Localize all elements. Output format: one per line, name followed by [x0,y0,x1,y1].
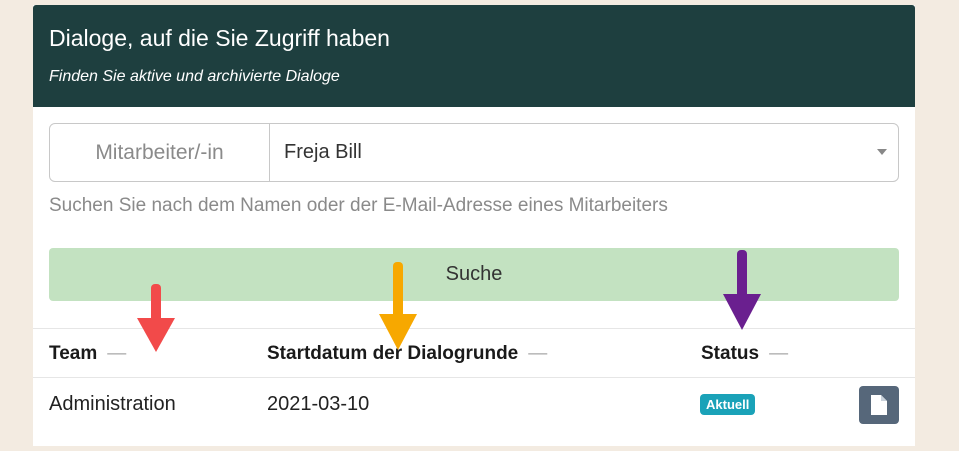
page-title: Dialoge, auf die Sie Zugriff haben [49,25,390,51]
orange-arrow-annotation [379,262,417,350]
cell-start-date: 2021-03-10 [267,393,370,415]
page-subtitle: Finden Sie aktive und archivierte Dialog… [49,68,340,85]
column-header-status[interactable]: Status — [701,343,788,365]
status-badge: Aktuell [700,394,756,415]
table-row: Administration 2021-03-10 Aktuell [33,378,915,446]
open-document-button[interactable] [859,386,899,424]
employee-select-help-text: Suchen Sie nach dem Namen oder der E-Mai… [49,195,668,216]
dialog-panel: Dialoge, auf die Sie Zugriff haben Finde… [33,5,915,446]
employee-select-group[interactable]: Mitarbeiter/-in Freja Bill [49,123,899,182]
column-header-team-label: Team [49,343,98,364]
sort-indicator[interactable]: — [107,343,126,365]
sort-indicator[interactable]: — [769,343,788,365]
employee-select-value[interactable]: Freja Bill [284,124,362,181]
panel-header: Dialoge, auf die Sie Zugriff haben Finde… [33,5,915,107]
chevron-down-icon[interactable] [877,149,887,155]
purple-arrow-annotation [723,250,761,330]
sort-indicator[interactable]: — [528,343,547,365]
red-arrow-annotation [137,284,175,352]
cell-team: Administration [49,393,176,415]
employee-select-label: Mitarbeiter/-in [50,124,270,181]
column-header-team[interactable]: Team — [49,343,126,365]
document-icon [871,395,887,415]
column-header-status-label: Status [701,343,760,364]
